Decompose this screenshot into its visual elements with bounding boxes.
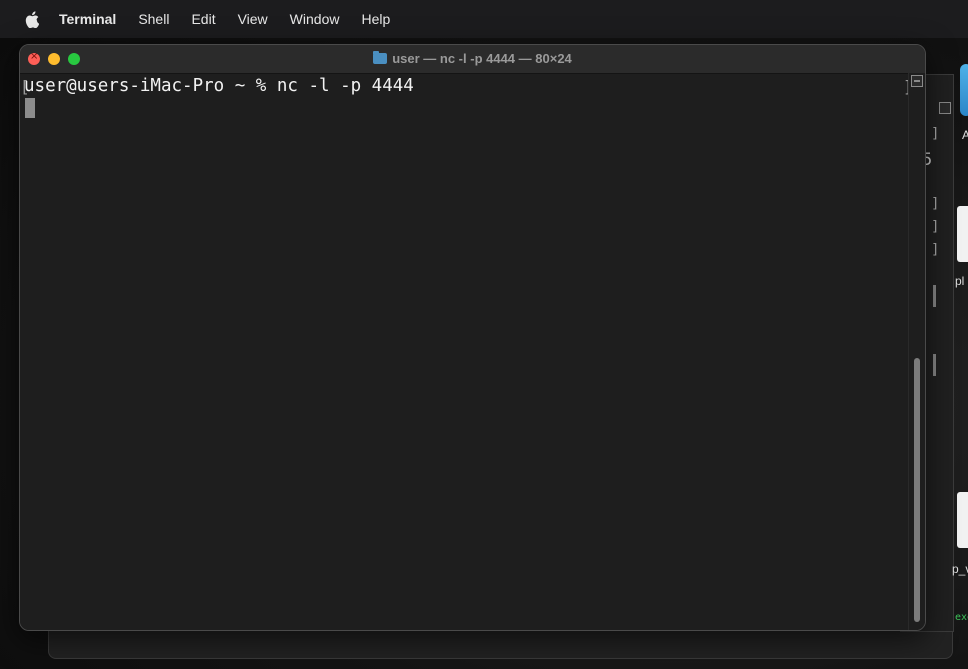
background-bracket: ] xyxy=(931,242,940,258)
window-title-text: user — nc -l -p 4444 — 80×24 xyxy=(392,51,572,66)
desktop-terminal-snippet: exe xyxy=(955,612,968,623)
window-title: user — nc -l -p 4444 — 80×24 xyxy=(20,51,925,66)
desktop-file-icon[interactable] xyxy=(957,492,968,548)
desktop-file-icon[interactable] xyxy=(957,206,968,262)
background-scrollbar[interactable] xyxy=(933,285,936,307)
prompt-line: user@users-iMac-Pro ~ % nc -l -p 4444 xyxy=(24,76,414,96)
folder-icon xyxy=(373,51,388,64)
desktop-label: pl xyxy=(955,274,965,288)
terminal-content[interactable]: [ user@users-iMac-Pro ~ % nc -l -p 4444 … xyxy=(20,74,913,630)
menu-bar: Terminal Shell Edit View Window Help xyxy=(0,0,968,38)
terminal-window[interactable]: × user — nc -l -p 4444 — 80×24 [ user@us… xyxy=(19,44,926,631)
background-bracket: ] xyxy=(931,219,940,235)
background-bracket: ] xyxy=(931,126,940,142)
desktop-app-icon[interactable] xyxy=(960,64,968,116)
scrollbar-thumb[interactable] xyxy=(914,358,920,622)
background-scroll-button[interactable] xyxy=(939,102,951,114)
title-bar[interactable]: × user — nc -l -p 4444 — 80×24 xyxy=(20,45,925,74)
apple-logo-icon[interactable] xyxy=(24,10,40,28)
menu-app-terminal[interactable]: Terminal xyxy=(59,11,116,27)
background-bracket: ] xyxy=(931,196,940,212)
menu-window[interactable]: Window xyxy=(290,11,340,27)
desktop-label: A xyxy=(962,128,968,142)
desktop-label: p_v xyxy=(952,562,968,576)
scrollbar-track[interactable] xyxy=(908,73,925,630)
split-pane-button[interactable] xyxy=(911,75,923,87)
menu-help[interactable]: Help xyxy=(361,11,390,27)
menu-view[interactable]: View xyxy=(238,11,268,27)
background-scrollbar[interactable] xyxy=(933,354,936,376)
menu-shell[interactable]: Shell xyxy=(138,11,169,27)
text-cursor xyxy=(25,98,35,118)
menu-edit[interactable]: Edit xyxy=(191,11,215,27)
